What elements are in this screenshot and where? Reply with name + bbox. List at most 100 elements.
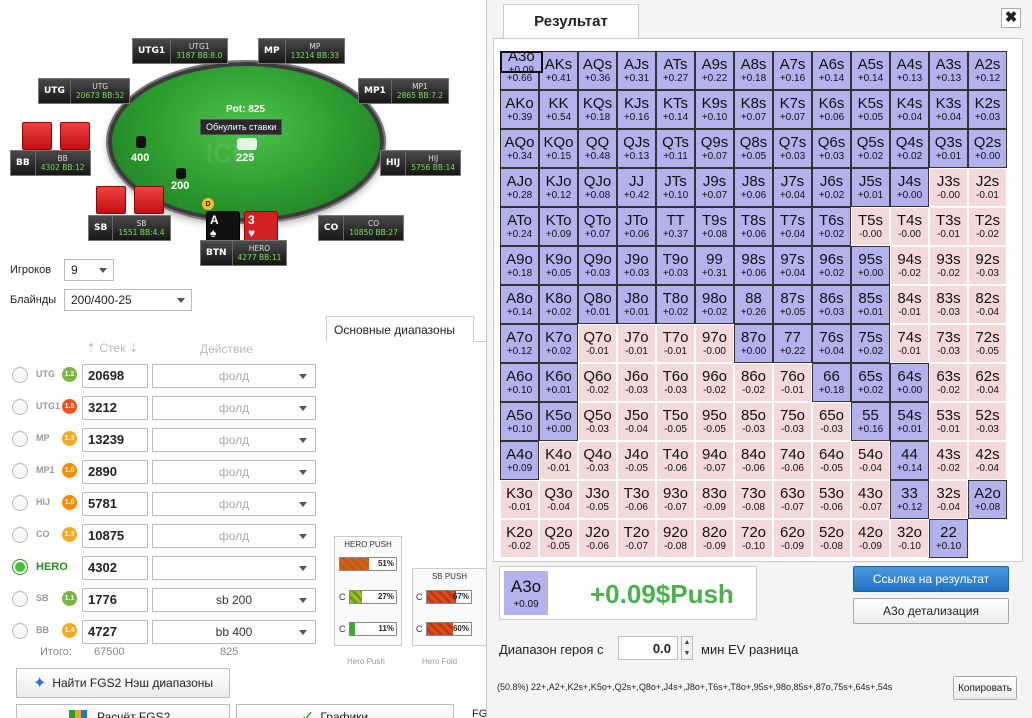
hand-cell[interactable]: J5o -0.04 — [617, 402, 656, 441]
hand-cell[interactable]: J9o +0.03 — [617, 246, 656, 285]
hand-cell[interactable]: A5o +0.10 — [500, 402, 539, 441]
hand-cell[interactable]: J9s +0.07 — [695, 168, 734, 207]
player-action-select[interactable] — [152, 556, 316, 580]
hand-cell[interactable]: T5o -0.05 — [656, 402, 695, 441]
hand-cell[interactable]: AKs +0.41 — [539, 51, 578, 90]
hand-cell[interactable]: 32o -0.10 — [890, 519, 929, 558]
hand-cell[interactable]: ATo +0.24 — [500, 207, 539, 246]
hand-cell[interactable]: 54s +0.01 — [890, 402, 929, 441]
hand-cell[interactable]: AKo +0.39 — [500, 90, 539, 129]
player-radio[interactable] — [12, 463, 28, 479]
hand-cell[interactable]: 87o +0.00 — [734, 324, 773, 363]
hand-cell[interactable]: 83o -0.09 — [695, 480, 734, 519]
hand-cell[interactable]: K6o +0.01 — [539, 363, 578, 402]
hand-cell[interactable]: QJs +0.13 — [617, 129, 656, 168]
player-radio[interactable] — [12, 495, 28, 511]
hand-cell[interactable]: 98o +0.02 — [695, 285, 734, 324]
find-nash-button[interactable]: ✦ Найти FGS2 Нэш диапазоны — [16, 668, 230, 698]
hand-cell[interactable]: 75o -0.03 — [773, 402, 812, 441]
hand-cell[interactable]: KTo +0.09 — [539, 207, 578, 246]
hand-cell[interactable]: 65s +0.02 — [851, 363, 890, 402]
hand-cell[interactable]: 99 +0.31 — [695, 246, 734, 285]
player-radio[interactable] — [12, 431, 28, 447]
hand-cell[interactable]: K6s +0.06 — [812, 90, 851, 129]
hand-cell[interactable]: 52o -0.08 — [812, 519, 851, 558]
seat-sb[interactable]: SB SB 1551 BB:4.4 — [88, 215, 171, 241]
hand-cell[interactable]: A6s +0.14 — [812, 51, 851, 90]
hand-cell[interactable]: 62o -0.09 — [773, 519, 812, 558]
hand-cell[interactable]: 73o -0.08 — [734, 480, 773, 519]
player-radio[interactable] — [12, 623, 28, 639]
player-stack-input[interactable]: 13239 — [82, 428, 148, 452]
hand-cell[interactable]: 85s +0.01 — [851, 285, 890, 324]
hand-cell[interactable]: A2s +0.12 — [968, 51, 1007, 90]
hand-cell[interactable]: 42s -0.04 — [968, 441, 1007, 480]
hand-cell[interactable]: 73s -0.03 — [929, 324, 968, 363]
player-stack-input[interactable]: 1776 — [82, 588, 148, 612]
hand-cell[interactable]: 96s +0.02 — [812, 246, 851, 285]
hand-cell[interactable]: 87s +0.05 — [773, 285, 812, 324]
hand-cell[interactable]: 53s -0.01 — [929, 402, 968, 441]
stepper-icon[interactable]: ▲ ▼ — [681, 636, 693, 660]
hand-cell[interactable]: AQo +0.34 — [500, 129, 539, 168]
hand-cell[interactable]: T7s +0.04 — [773, 207, 812, 246]
hand-cell[interactable]: J8s +0.06 — [734, 168, 773, 207]
hand-cell[interactable]: 43o -0.07 — [851, 480, 890, 519]
hand-cell[interactable]: Q2o -0.05 — [539, 519, 578, 558]
hand-cell[interactable]: K7s +0.07 — [773, 90, 812, 129]
hand-cell[interactable]: Q2s +0.00 — [968, 129, 1007, 168]
hand-cell[interactable]: K7o +0.02 — [539, 324, 578, 363]
hand-cell[interactable]: 42o -0.09 — [851, 519, 890, 558]
hand-cell[interactable]: J2s -0.01 — [968, 168, 1007, 207]
hand-cell[interactable]: 64s +0.00 — [890, 363, 929, 402]
hand-cell[interactable]: 85o -0.03 — [734, 402, 773, 441]
hand-cell[interactable]: 74s -0.01 — [890, 324, 929, 363]
hand-cell[interactable]: T3s -0.01 — [929, 207, 968, 246]
hand-cell[interactable]: K9s +0.10 — [695, 90, 734, 129]
hand-cell[interactable]: 22 +0.10 — [929, 519, 968, 558]
hand-cell[interactable]: K4o -0.01 — [539, 441, 578, 480]
hand-cell[interactable]: T3o -0.06 — [617, 480, 656, 519]
hand-cell[interactable]: 62s -0.04 — [968, 363, 1007, 402]
reset-bets-button[interactable]: Обнулить ставки — [200, 119, 283, 135]
player-action-select[interactable]: фолд — [152, 460, 316, 484]
seat-utg[interactable]: UTG UTG 20673 BB:52 — [38, 78, 131, 104]
hand-cell[interactable]: J4o -0.05 — [617, 441, 656, 480]
hand-cell[interactable]: T9s +0.08 — [695, 207, 734, 246]
calc-fgs2-button[interactable]: Расчёт FGS2 — [16, 704, 230, 718]
hand-cell[interactable]: A7o +0.12 — [500, 324, 539, 363]
hand-cell[interactable]: 97o -0.00 — [695, 324, 734, 363]
hand-cell[interactable]: 82s -0.04 — [968, 285, 1007, 324]
hand-cell[interactable]: KK +0.54 — [539, 90, 578, 129]
hand-cell[interactable]: Q7s +0.03 — [773, 129, 812, 168]
hand-cell[interactable]: Q9s +0.07 — [695, 129, 734, 168]
stack-column-header[interactable]: ⇡ Стек ⇣ — [86, 341, 139, 355]
hand-cell[interactable]: K8o +0.02 — [539, 285, 578, 324]
hand-cell[interactable]: 84s -0.01 — [890, 285, 929, 324]
hand-cell[interactable]: KJs +0.16 — [617, 90, 656, 129]
hand-cell[interactable]: 64o -0.05 — [812, 441, 851, 480]
player-stack-input[interactable]: 4302 — [82, 556, 148, 580]
player-action-select[interactable]: фолд — [152, 428, 316, 452]
hand-cell[interactable]: K3o -0.01 — [500, 480, 539, 519]
hand-cell[interactable]: 86o -0.02 — [734, 363, 773, 402]
hand-cell[interactable]: A7s +0.16 — [773, 51, 812, 90]
player-action-select[interactable]: sb 200 — [152, 588, 316, 612]
hand-cell[interactable]: J6o -0.03 — [617, 363, 656, 402]
hand-cell[interactable]: QJo +0.08 — [578, 168, 617, 207]
hand-cell[interactable]: A9o +0.18 — [500, 246, 539, 285]
hand-cell[interactable]: QTs +0.11 — [656, 129, 695, 168]
hand-cell[interactable]: 53o -0.06 — [812, 480, 851, 519]
hand-cell[interactable]: A2o +0.08 — [968, 480, 1007, 519]
hand-cell[interactable]: 33 +0.12 — [890, 480, 929, 519]
player-stack-input[interactable]: 5781 — [82, 492, 148, 516]
hand-cell[interactable]: Q6o -0.02 — [578, 363, 617, 402]
hand-cell[interactable]: A8o +0.14 — [500, 285, 539, 324]
hand-cell[interactable]: 95o -0.05 — [695, 402, 734, 441]
hand-cell[interactable]: 82o -0.09 — [695, 519, 734, 558]
hand-cell[interactable]: J7s +0.04 — [773, 168, 812, 207]
hand-cell[interactable]: T5s -0.00 — [851, 207, 890, 246]
hand-cell[interactable]: AJo +0.28 — [500, 168, 539, 207]
hand-cell[interactable]: 55 +0.16 — [851, 402, 890, 441]
hand-cell[interactable]: A8s +0.18 — [734, 51, 773, 90]
